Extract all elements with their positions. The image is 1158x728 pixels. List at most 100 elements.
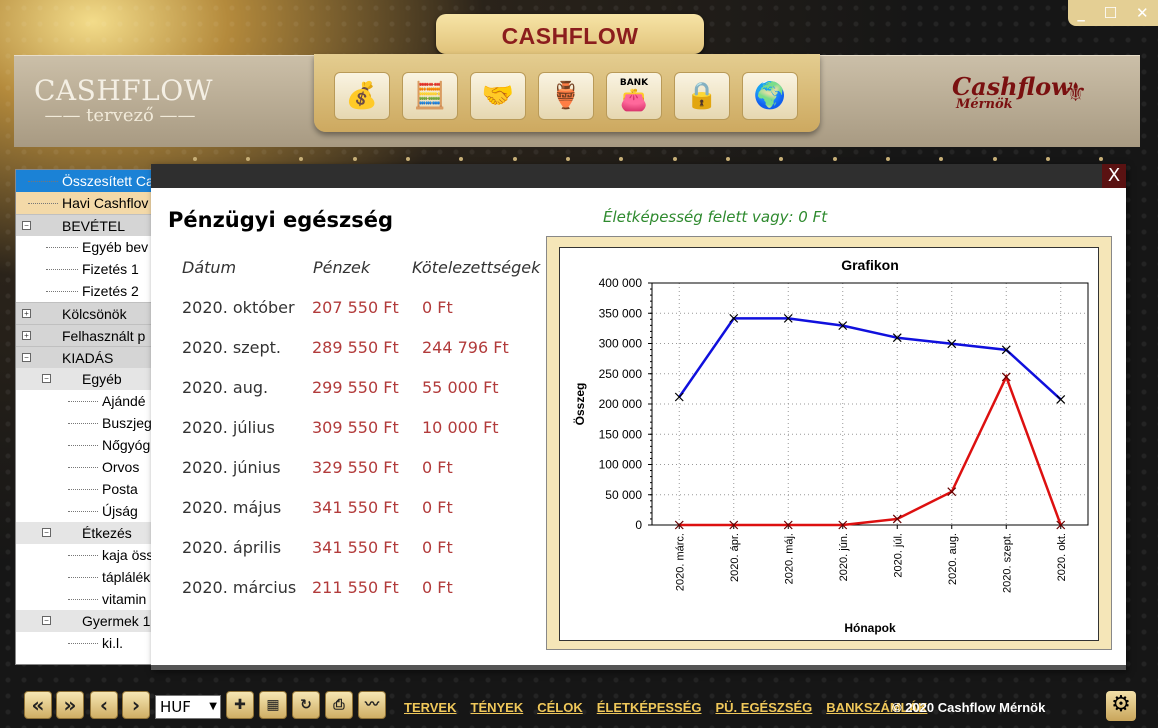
row-money: 329 550 Ft (312, 458, 399, 477)
row-money: 289 550 Ft (312, 338, 399, 357)
nav-link[interactable]: ÉLETKÉPESSÉG (597, 700, 702, 715)
sync-icon[interactable]: ↻ (292, 691, 320, 719)
y-tick-label: 200 000 (599, 397, 643, 411)
tree-item-label: táplálék (102, 569, 151, 585)
calendar-icon[interactable]: ▦ (259, 691, 287, 719)
y-tick-label: 0 (635, 518, 642, 532)
maximize-icon[interactable]: ☐ (1104, 4, 1117, 22)
y-tick-label: 250 000 (599, 367, 643, 381)
nav-link[interactable]: TERVEK (404, 700, 457, 715)
first-page-icon[interactable]: « (24, 691, 52, 719)
tree-item-label: Felhasznált p (62, 328, 146, 344)
copyright: © 2020 Cashflow Mérnök (892, 700, 1046, 715)
money-bag-icon[interactable]: 💰 (334, 72, 390, 120)
tree-item-label: Étkezés (82, 525, 132, 541)
tree-item[interactable]: Orvos (16, 456, 154, 478)
gear-icon[interactable]: ⚙ (1106, 691, 1136, 721)
tree-connector (46, 291, 78, 292)
row-liabilities: 0 Ft (422, 578, 453, 597)
dialog-bottom-border (151, 665, 1126, 670)
row-date: 2020. október (182, 298, 295, 317)
tree-item[interactable]: Buszjeg (16, 412, 154, 434)
category-tree[interactable]: Összesített Ca Havi Cashflov − BEVÉTEL Egyéb… (15, 169, 155, 665)
toolbar: 💰 🧮 🤝 🏺 BANK 👛 🔒 🌍 (314, 54, 820, 132)
y-tick-label: 300 000 (599, 337, 643, 351)
tree-item[interactable]: ki.l. (16, 632, 154, 654)
tree-item[interactable]: Havi Cashflov (16, 192, 154, 214)
expand-icon[interactable]: + (22, 309, 31, 318)
tree-item[interactable]: vitamin (16, 588, 154, 610)
window-controls: _ ☐ ✕ (1068, 0, 1158, 26)
handshake-money-icon[interactable]: 🤝 (470, 72, 526, 120)
logo-subtext: —— tervező —— (44, 105, 196, 126)
puzzle-icon[interactable]: ✚ (226, 691, 254, 719)
tree-item[interactable]: Posta (16, 478, 154, 500)
nav-link[interactable]: PÜ. EGÉSZSÉG (715, 700, 812, 715)
x-tick-label: 2020. okt. (1056, 533, 1068, 581)
chart-icon[interactable]: 〰 (358, 691, 386, 719)
fleur-icon: ⚜ (1064, 78, 1088, 108)
tree-item[interactable]: Nőgyóg (16, 434, 154, 456)
row-money: 207 550 Ft (312, 298, 399, 317)
app-logo: CASHFLOW —— tervező —— (34, 74, 213, 126)
collapse-icon[interactable]: − (42, 616, 51, 625)
tree-item[interactable]: − Étkezés (16, 522, 154, 544)
tree-item[interactable]: − Egyéb (16, 368, 154, 390)
close-icon[interactable]: ✕ (1136, 4, 1149, 22)
nav-link[interactable]: CÉLOK (537, 700, 583, 715)
bank-icon[interactable]: BANK 👛 (606, 72, 662, 120)
tree-item-label: Gyermek 1 (82, 613, 151, 629)
previous-icon[interactable]: ‹ (90, 691, 118, 719)
tree-item[interactable]: − KIADÁS (16, 346, 154, 368)
tree-item[interactable]: − Gyermek 1 (16, 610, 154, 632)
tree-item[interactable]: Összesített Ca (16, 170, 154, 192)
row-liabilities: 0 Ft (422, 298, 453, 317)
collapse-icon[interactable]: − (22, 353, 31, 362)
expand-icon[interactable]: + (22, 331, 31, 340)
next-icon[interactable]: › (122, 691, 150, 719)
safe-icon[interactable]: 🔒 (674, 72, 730, 120)
calculator-money-icon[interactable]: 🧮 (402, 72, 458, 120)
x-tick-label: 2020. márc. (674, 533, 686, 591)
tree-item[interactable]: + Kölcsönök (16, 302, 154, 324)
tree-item[interactable]: Egyéb bev (16, 236, 154, 258)
tree-connector (46, 269, 78, 270)
tree-connector (28, 203, 58, 204)
savings-jar-icon[interactable]: 🏺 (538, 72, 594, 120)
collapse-icon[interactable]: − (42, 528, 51, 537)
globe-money-icon[interactable]: 🌍 (742, 72, 798, 120)
tree-item-label: Egyéb bev (82, 239, 149, 255)
row-money: 211 550 Ft (312, 578, 399, 597)
tree-item[interactable]: Újság (16, 500, 154, 522)
tree-item[interactable]: Ajándé (16, 390, 154, 412)
line-chart: Grafikon 0 50 000 100 000 150 000 200 000 250 … (572, 257, 1089, 635)
tree-item-label: Fizetés 1 (82, 261, 139, 277)
collapse-icon[interactable]: − (42, 374, 51, 383)
tree-item-label: Ajándé (102, 393, 146, 409)
tree-item[interactable]: + Felhasznált p (16, 324, 154, 346)
tree-item[interactable]: Fizetés 1 (16, 258, 154, 280)
tree-item-label: Kölcsönök (62, 306, 127, 322)
fast-forward-icon[interactable]: » (56, 691, 84, 719)
dialog-close-button[interactable]: X (1102, 164, 1126, 188)
nav-link[interactable]: TÉNYEK (471, 700, 524, 715)
tree-item[interactable]: Fizetés 2 (16, 280, 154, 302)
row-liabilities: 55 000 Ft (422, 378, 499, 397)
tree-connector (68, 423, 98, 424)
row-liabilities: 0 Ft (422, 498, 453, 517)
nav-links: TERVEK TÉNYEK CÉLOK ÉLETKÉPESSÉG PÜ. EGÉSZSÉ… (404, 700, 941, 715)
tree-item-label: Orvos (102, 459, 140, 475)
x-tick-label: 2020. máj. (783, 533, 795, 584)
plot-area (651, 282, 1089, 526)
minimize-icon[interactable]: _ (1077, 4, 1085, 22)
currency-select[interactable]: HUF ▼ (155, 695, 221, 719)
print-icon[interactable]: ⎙ (325, 691, 353, 719)
bank-label: BANK (619, 77, 649, 88)
tree-item[interactable]: kaja öss (16, 544, 154, 566)
tree-item[interactable]: táplálék (16, 566, 154, 588)
header-money: Pénzek (313, 258, 371, 277)
bottom-bar: « » ‹ › HUF ▼ ✚ ▦ ↻ ⎙ 〰 TERVEK TÉNYEK CÉLO… (0, 684, 1158, 728)
tree-item[interactable]: − BEVÉTEL (16, 214, 154, 236)
data-point (1056, 395, 1066, 404)
collapse-icon[interactable]: − (22, 221, 31, 230)
